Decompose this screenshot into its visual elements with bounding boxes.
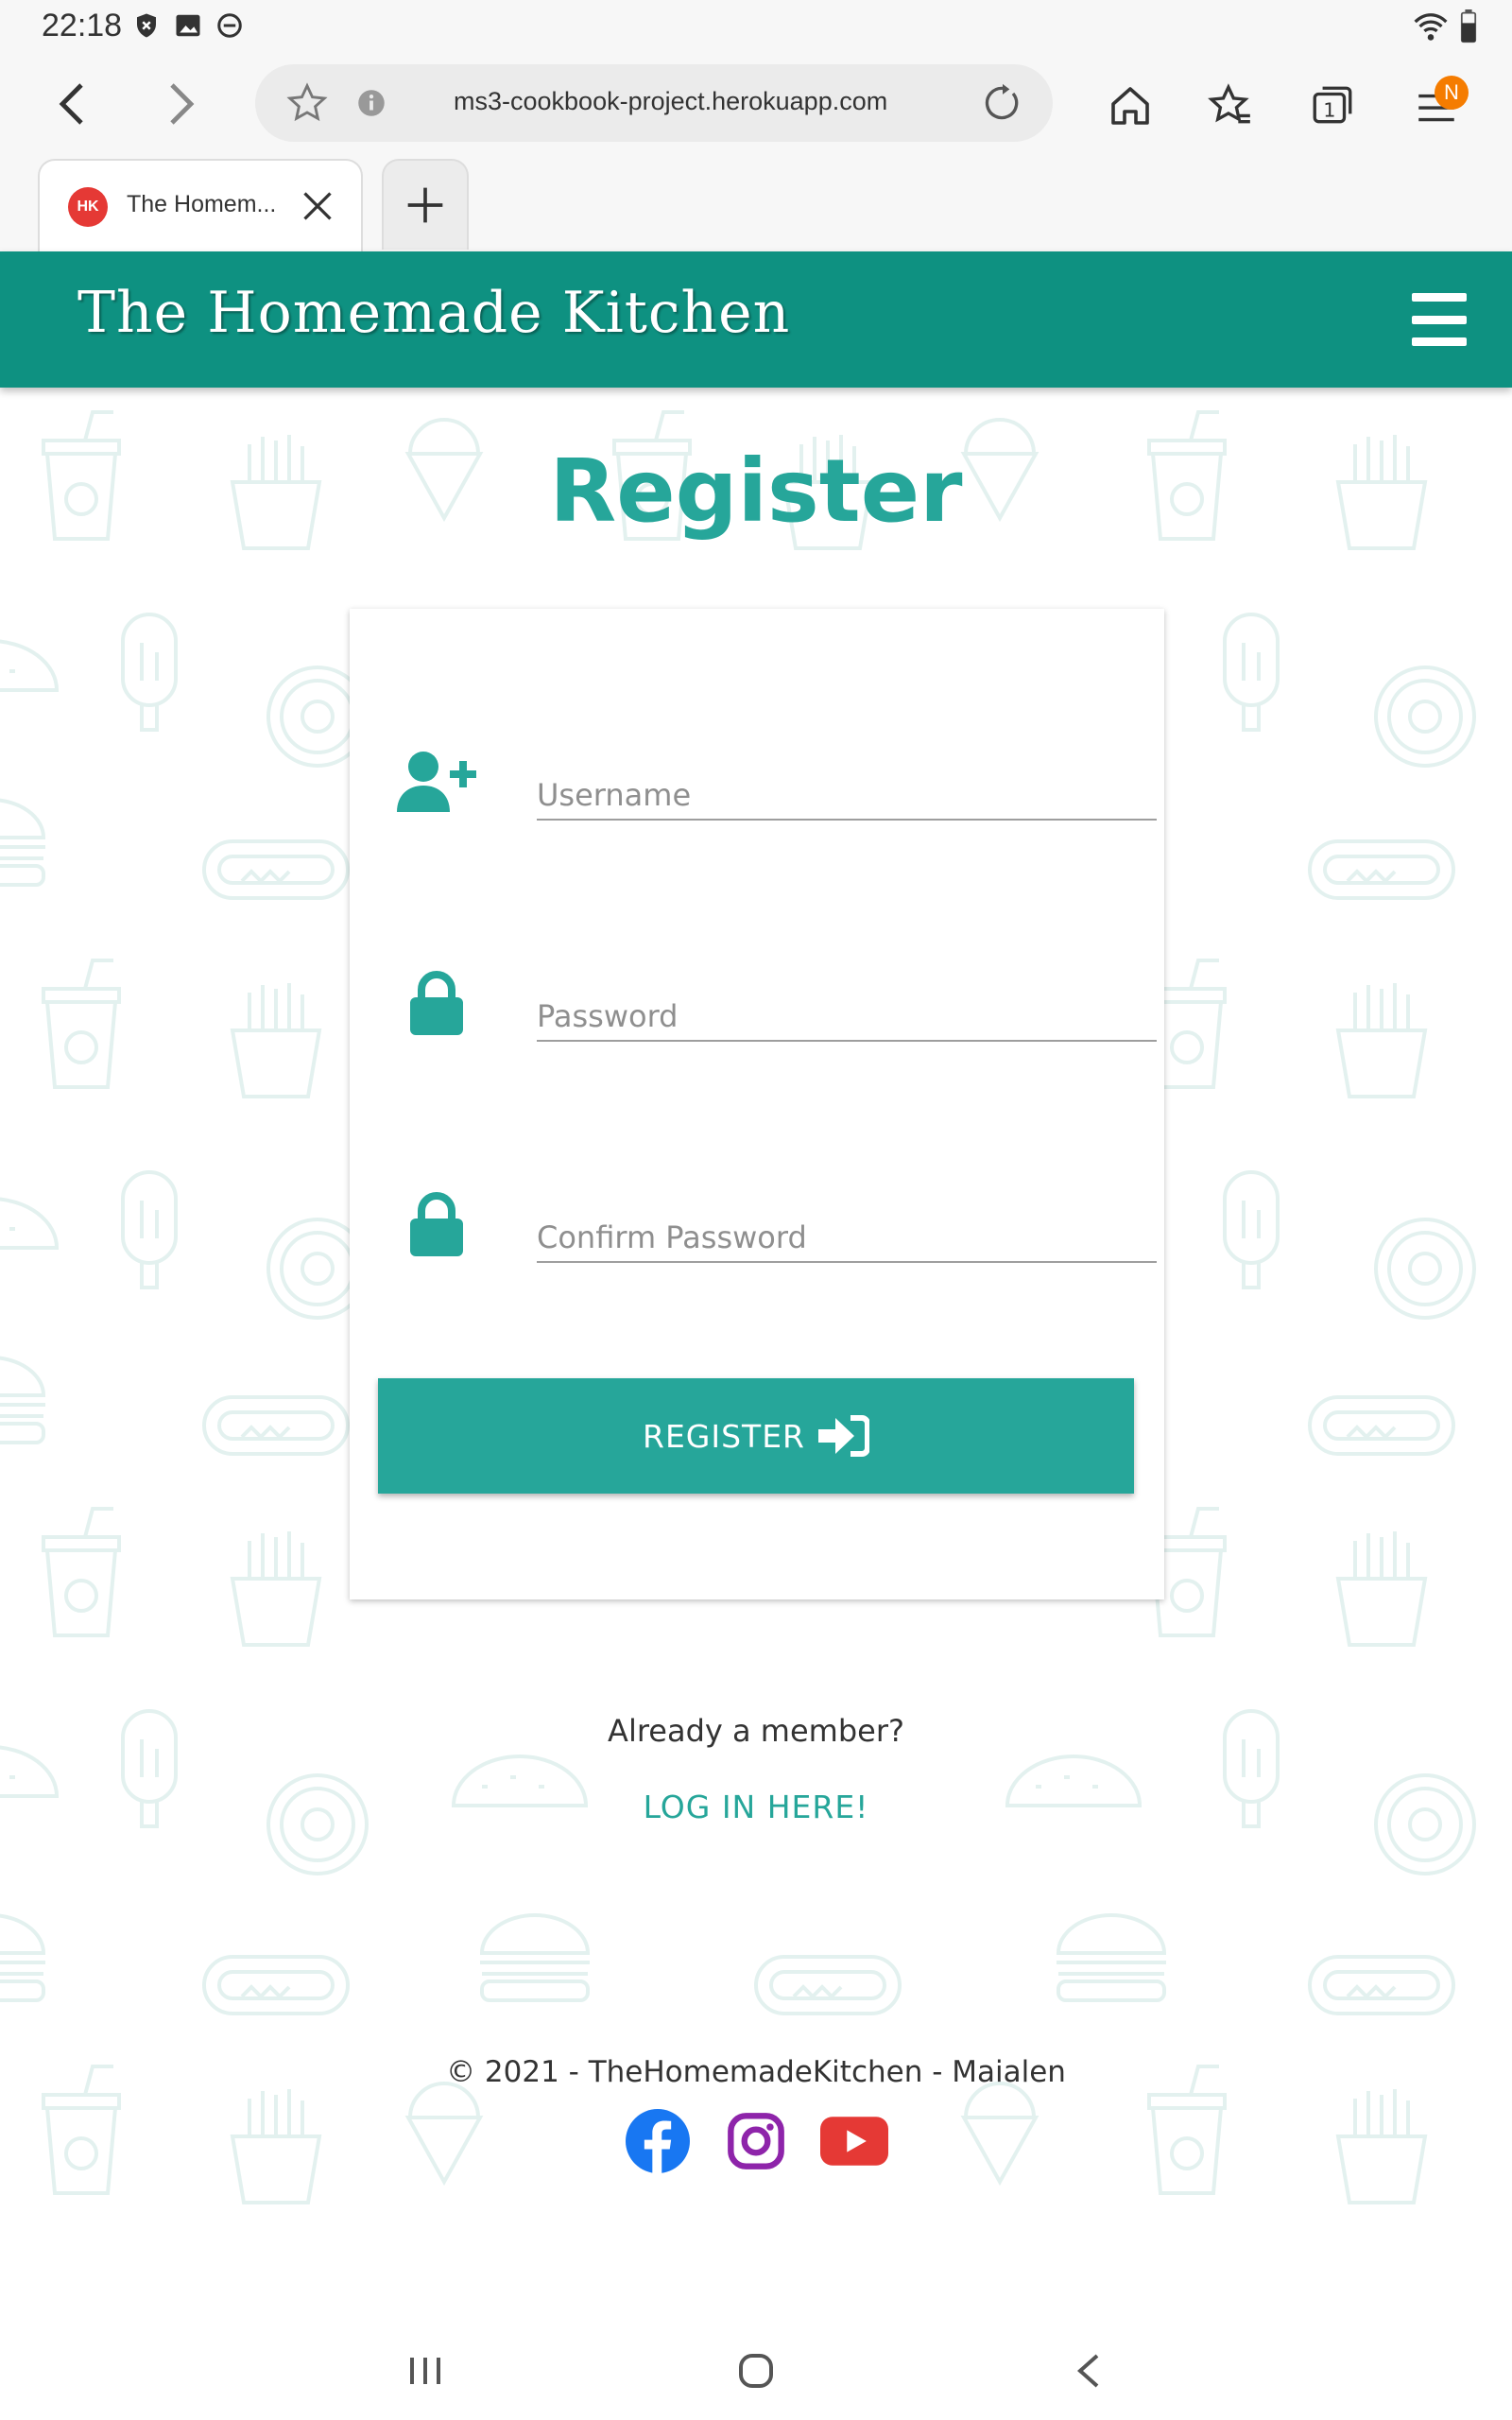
facebook-link[interactable] [624, 2108, 692, 2174]
do-not-disturb-icon [217, 13, 242, 38]
confirm-password-input[interactable] [537, 1191, 1157, 1263]
tabs-icon: 1 [1313, 86, 1352, 124]
hamburger-line [1412, 337, 1467, 346]
tab-strip: HK The Homem... [0, 157, 1512, 251]
password-field-group [397, 966, 1157, 1061]
lock-icon [397, 1187, 476, 1263]
username-input[interactable] [537, 749, 1157, 821]
battery-icon [1460, 9, 1477, 43]
browser-menu-button[interactable]: N [1406, 76, 1469, 136]
star-outline-icon [286, 82, 328, 122]
instagram-link[interactable] [722, 2108, 790, 2174]
sign-in-icon [817, 1415, 869, 1457]
image-icon [176, 14, 200, 37]
status-system-icons [1412, 9, 1478, 43]
tab-close-button[interactable] [293, 182, 342, 231]
bookmark-star-button[interactable] [284, 79, 331, 127]
home-nav-button[interactable] [728, 2342, 784, 2399]
forward-button[interactable] [149, 74, 210, 134]
youtube-icon [820, 2117, 888, 2166]
reload-button[interactable] [979, 79, 1026, 127]
url-text: ms3-cookbook-project.herokuapp.com [454, 87, 888, 115]
close-icon [303, 192, 332, 220]
site-info-button[interactable] [348, 79, 395, 127]
home-circle-icon [739, 2354, 773, 2388]
bookmarks-button[interactable] [1200, 76, 1261, 136]
browser-toolbar: ms3-cookbook-project.herokuapp.com 1 N [0, 55, 1512, 157]
lock-icon [397, 966, 476, 1042]
tab-favicon: HK [68, 187, 108, 227]
recent-apps-button[interactable] [397, 2342, 454, 2399]
back-chevron-icon [1076, 2354, 1099, 2388]
status-time: 22:18 [42, 8, 123, 43]
facebook-icon [626, 2109, 690, 2173]
page-title: Register [549, 441, 963, 542]
register-button[interactable]: REGISTER [378, 1378, 1134, 1494]
register-button-label: REGISTER [643, 1417, 805, 1455]
login-link[interactable]: LOG IN HERE! [605, 1789, 907, 1825]
plus-icon [407, 187, 443, 223]
site-header: The Homemade Kitchen [0, 251, 1512, 388]
instagram-icon [728, 2113, 784, 2169]
password-input[interactable] [537, 970, 1157, 1042]
user-plus-icon [397, 745, 476, 821]
tab-count: 1 [1323, 98, 1335, 121]
address-bar[interactable]: ms3-cookbook-project.herokuapp.com [255, 64, 1053, 142]
youtube-link[interactable] [820, 2108, 888, 2174]
back-nav-button[interactable] [1060, 2342, 1117, 2399]
android-navigation-bar [0, 2316, 1512, 2420]
status-bar: 22:18 [0, 0, 1512, 55]
confirm-password-field-group [397, 1187, 1157, 1282]
chevron-left-icon [59, 83, 83, 125]
username-field-group [397, 745, 1157, 839]
home-icon [1111, 87, 1149, 125]
hamburger-line [1412, 315, 1467, 324]
home-button[interactable] [1100, 76, 1160, 136]
bookmarks-star-icon [1208, 83, 1250, 124]
social-links [624, 2108, 888, 2174]
reload-icon [985, 83, 1019, 120]
tabs-button[interactable]: 1 [1302, 76, 1363, 136]
info-icon [358, 90, 385, 116]
menu-badge: N [1435, 76, 1469, 110]
site-menu-button[interactable] [1412, 293, 1467, 346]
footer-copyright: © 2021 - TheHomemadeKitchen - Maialen [446, 2055, 1066, 2089]
recent-apps-icon [410, 2358, 440, 2384]
browser-tab[interactable]: HK The Homem... [38, 159, 363, 251]
wifi-icon [1414, 13, 1448, 41]
register-form: REGISTER [350, 609, 1164, 1599]
chevron-right-icon [170, 83, 195, 125]
site-brand[interactable]: The Homemade Kitchen [77, 280, 790, 346]
status-notification-icons [132, 11, 244, 40]
tab-title: The Homem... [127, 191, 277, 217]
hamburger-line [1412, 293, 1467, 302]
shield-icon [137, 13, 156, 38]
new-tab-button[interactable] [382, 159, 469, 250]
back-button[interactable] [43, 74, 104, 134]
already-member-text: Already a member? [608, 1713, 904, 1749]
